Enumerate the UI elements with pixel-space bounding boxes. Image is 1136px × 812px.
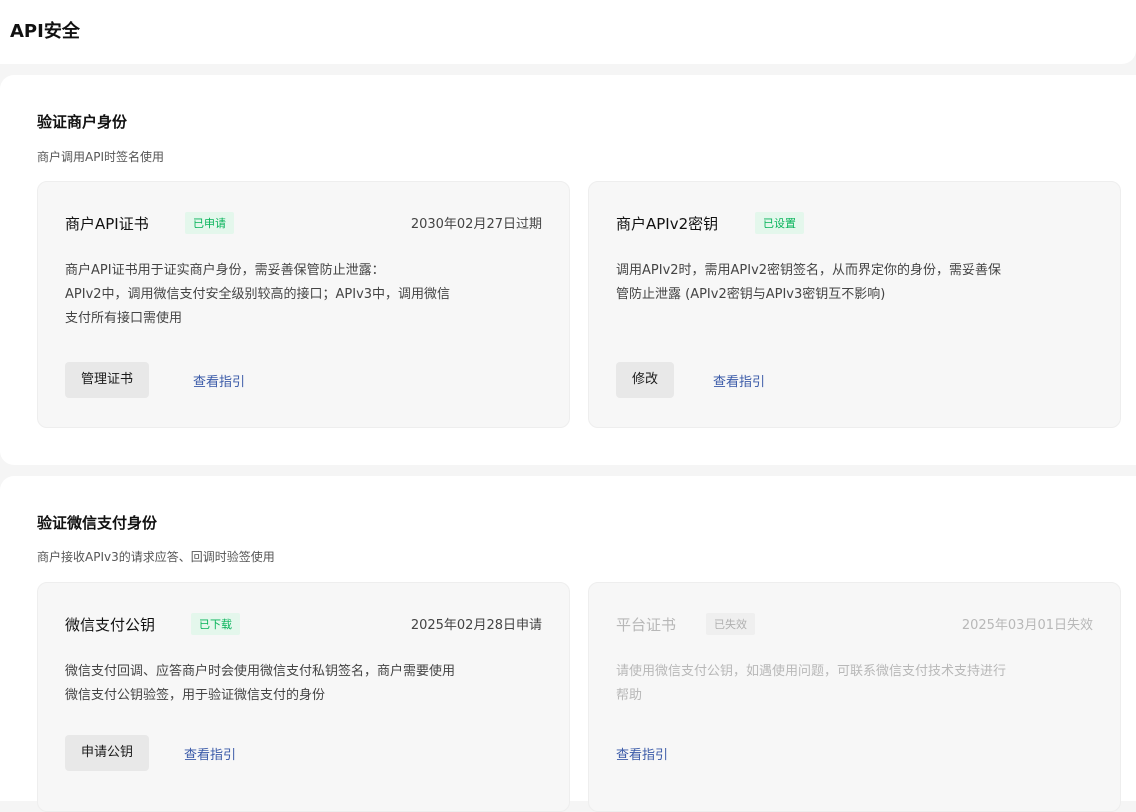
desc-line: 帮助 [616,688,643,703]
card-title: 商户API证书 [65,215,149,233]
expiry-date: 2030年02月27日过期 [410,217,542,232]
desc-line: 微信支付公钥验签，用于验证微信支付的身份 [65,688,326,703]
invalid-date: 2025年03月01日失效 [961,618,1093,633]
manage-cert-button[interactable]: 管理证书 [65,362,150,398]
desc-line: 请使用微信支付公钥，如遇使用问题，可联系微信支付技术支持进行 [616,664,1007,679]
status-badge: 已申请 [185,212,234,234]
modify-button[interactable]: 修改 [616,362,675,398]
status-badge: 已失效 [706,613,755,635]
card-platform-cert: 平台证书 已失效 2025年03月01日失效 请使用微信支付公钥，如遇使用问题，… [588,582,1121,812]
desc-line: 商户API证书用于证实商户身份，需妥善保管防止泄露： [65,263,385,278]
status-badge: 已设置 [755,212,804,234]
page-header: API安全 [0,0,1136,64]
desc-line: 微信支付回调、应答商户时会使用微信支付私钥签名，商户需要使用 [65,664,456,679]
apply-date: 2025年02月28日申请 [410,618,542,633]
apply-public-key-button[interactable]: 申请公钥 [65,735,150,771]
section-verify-wechatpay: 验证微信支付身份 商户接收APIv3的请求应答、回调时验签使用 微信支付公钥 已… [0,476,1136,812]
card-merchant-api-cert: 商户API证书 已申请 2030年02月27日过期 商户API证书用于证实商户身… [37,181,570,428]
page-title: API安全 [10,21,80,42]
card-title: 微信支付公钥 [65,616,156,634]
view-guide-link[interactable]: 查看指引 [616,744,668,763]
card-description: 微信支付回调、应答商户时会使用微信支付私钥签名，商户需要使用 微信支付公钥验签，… [65,660,455,708]
card-title: 平台证书 [616,616,677,634]
section-desc: 商户接收APIv3的请求应答、回调时验签使用 [37,550,275,564]
desc-line: 调用APIv2时，需用APIv2密钥签名，从而界定你的身份，需妥善保 [616,263,1002,278]
card-description: 商户API证书用于证实商户身份，需妥善保管防止泄露： APIv2中，调用微信支付… [65,259,450,331]
desc-line: 支付所有接口需使用 [65,311,183,326]
card-title: 商户APIv2密钥 [616,215,719,233]
card-description: 请使用微信支付公钥，如遇使用问题，可联系微信支付技术支持进行 帮助 [616,660,1006,708]
status-badge: 已下载 [191,613,240,635]
view-guide-link[interactable]: 查看指引 [184,744,236,763]
card-merchant-apiv2-key: 商户APIv2密钥 已设置 调用APIv2时，需用APIv2密钥签名，从而界定你… [588,181,1121,428]
card-description: 调用APIv2时，需用APIv2密钥签名，从而界定你的身份，需妥善保 管防止泄露… [616,259,1001,307]
desc-line: APIv2中，调用微信支付安全级别较高的接口；APIv3中，调用微信 [65,287,451,302]
section-title: 验证商户身份 [37,113,128,131]
desc-line: 管防止泄露 (APIv2密钥与APIv3密钥互不影响) [616,287,886,302]
view-guide-link[interactable]: 查看指引 [193,371,245,390]
card-wechatpay-public-key: 微信支付公钥 已下载 2025年02月28日申请 微信支付回调、应答商户时会使用… [37,582,570,812]
section-verify-merchant: 验证商户身份 商户调用API时签名使用 商户API证书 已申请 2030年02月… [0,75,1136,465]
section-title: 验证微信支付身份 [37,514,158,532]
view-guide-link[interactable]: 查看指引 [713,371,765,390]
section-desc: 商户调用API时签名使用 [37,150,164,164]
